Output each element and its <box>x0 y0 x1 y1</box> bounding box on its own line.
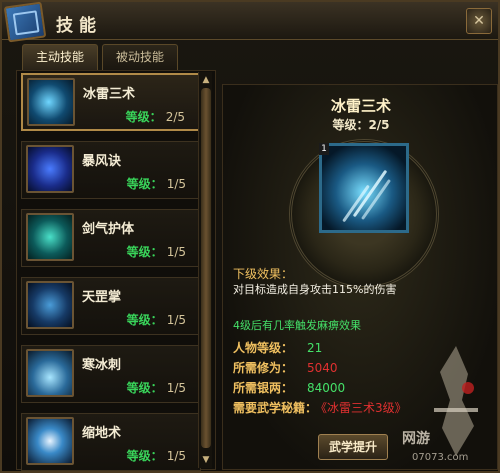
effect-note: 4级后有几率触发麻痹效果 <box>233 319 361 332</box>
skill-list-panel: 冰雷三术 等级： 2/5 暴风诀 等级： 1/5 剑气护体 等级： 1/5 天罡掌 等… <box>16 70 216 471</box>
skills-window: 技能 ✕ 主动技能 被动技能 冰雷三术 等级： 2/5 暴风诀 等级： 1/5 剑气… <box>0 0 500 473</box>
skill-name: 暴风诀 <box>82 154 122 169</box>
skill-badge: 1 <box>319 143 329 155</box>
level-label: 等级： <box>126 177 163 191</box>
level-value: 1/5 <box>166 313 186 327</box>
skill-item-shrink-earth[interactable]: 缩地术 等级： 1/5 <box>21 413 201 471</box>
req-value: 5040 <box>307 361 338 375</box>
req-value: 84000 <box>307 381 346 395</box>
detail-skill-level: 等级：2/5 <box>332 118 390 132</box>
skill-level: 等级： 1/5 <box>127 243 186 260</box>
req-manual: 需要武学秘籍： 《冰雷三术3级》 <box>233 399 407 416</box>
palm-icon <box>26 281 74 329</box>
window-title: 技能 <box>56 16 102 36</box>
skill-level: 等级： 1/5 <box>127 447 186 464</box>
req-value: 《冰雷三术3级》 <box>321 401 407 415</box>
skill-level: 等级： 1/5 <box>127 311 186 328</box>
skill-item-ice-lightning[interactable]: 冰雷三术 等级： 2/5 <box>21 73 201 131</box>
next-level-label: 下级效果： <box>233 267 294 281</box>
scroll-thumb[interactable] <box>201 88 211 448</box>
title-bar[interactable]: 技能 ✕ <box>2 1 498 43</box>
skill-item-storm[interactable]: 暴风诀 等级： 1/5 <box>21 141 201 199</box>
skill-item-sword-shield[interactable]: 剑气护体 等级： 1/5 <box>21 209 201 267</box>
skill-list-scrollbar[interactable]: ▲ ▼ <box>198 72 212 468</box>
skill-level: 等级： 2/5 <box>126 108 185 125</box>
req-character-level: 人物等级： 21 <box>233 339 322 356</box>
next-level-effect: 对目标造成自身攻击115%的伤害 <box>233 283 397 296</box>
skill-item-palm[interactable]: 天罡掌 等级： 1/5 <box>21 277 201 335</box>
sword-shield-icon <box>26 213 74 261</box>
skill-name: 冰雷三术 <box>83 87 136 102</box>
req-value: 21 <box>307 341 323 355</box>
level-label: 等级： <box>126 313 163 327</box>
level-label: 等级： <box>126 381 163 395</box>
watermark-brand: 网游 <box>402 431 430 447</box>
watermark-url: 07073.com <box>412 452 469 463</box>
req-cultivation: 所需修为： 5040 <box>233 359 338 376</box>
skill-level: 等级： 1/5 <box>127 379 186 396</box>
level-value: 2/5 <box>165 110 185 124</box>
level-value: 1/5 <box>166 177 186 191</box>
req-label: 需要武学秘籍： <box>233 401 318 415</box>
scroll-down-arrow-icon[interactable]: ▼ <box>200 454 212 466</box>
ice-lightning-icon <box>27 78 75 126</box>
shrink-earth-icon <box>26 417 74 465</box>
tab-passive-skills[interactable]: 被动技能 <box>102 44 178 70</box>
level-label: 等级： <box>126 245 163 259</box>
req-silver: 所需银两： 84000 <box>233 379 345 396</box>
ice-lightning-large-icon <box>319 143 409 233</box>
detail-skill-name: 冰雷三术 <box>330 97 391 115</box>
level-label: 等级： <box>125 110 162 124</box>
level-value: 1/5 <box>166 449 186 463</box>
level-value: 1/5 <box>166 245 186 259</box>
tab-active-skills[interactable]: 主动技能 <box>22 44 98 70</box>
skill-book-icon <box>3 1 47 43</box>
skill-name: 寒冰刺 <box>82 358 122 373</box>
scroll-up-arrow-icon[interactable]: ▲ <box>200 74 212 86</box>
close-button[interactable]: ✕ <box>466 8 492 34</box>
skill-tabs: 主动技能 被动技能 <box>22 44 178 70</box>
skill-name: 剑气护体 <box>82 222 135 237</box>
skill-level: 等级： 1/5 <box>127 175 186 192</box>
skill-name: 缩地术 <box>82 426 122 441</box>
level-value: 1/5 <box>166 381 186 395</box>
skill-name: 天罡掌 <box>82 290 122 305</box>
level-label: 等级： <box>126 449 163 463</box>
frost-spike-icon <box>26 349 74 397</box>
skill-item-frost-spike[interactable]: 寒冰刺 等级： 1/5 <box>21 345 201 403</box>
req-label: 人物等级： <box>233 341 294 355</box>
req-label: 所需修为： <box>233 361 294 375</box>
learn-skill-button[interactable]: 武学提升 <box>318 434 388 460</box>
storm-icon <box>26 145 74 193</box>
req-label: 所需银两： <box>233 381 294 395</box>
